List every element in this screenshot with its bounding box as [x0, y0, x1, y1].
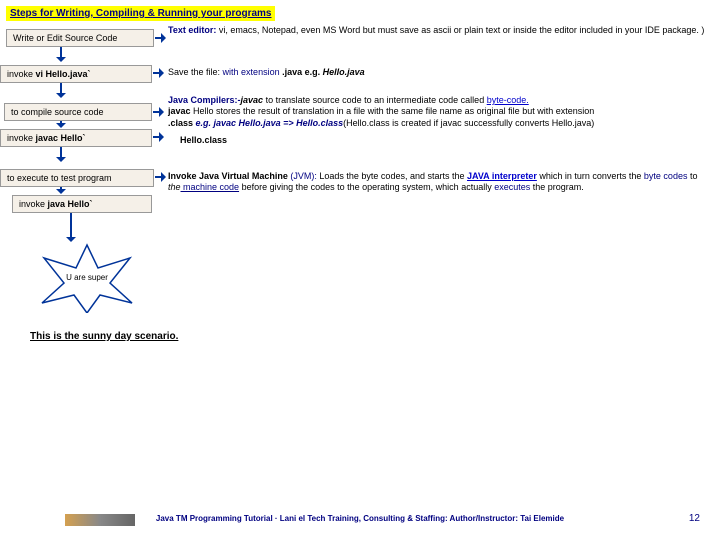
t: the program. [530, 182, 584, 192]
arrow-right-icon [153, 111, 163, 113]
box-execute: to execute to test program [0, 169, 154, 187]
arrow-down-icon [60, 121, 62, 127]
cmd: java Hello` [48, 199, 93, 209]
arrow-right-icon [155, 37, 165, 39]
t: Hello stores the result of translation i… [191, 106, 595, 116]
t3: .java e.g. [282, 67, 323, 77]
t: the [168, 182, 181, 192]
arrow-right-icon [153, 72, 163, 74]
t: to [687, 171, 697, 181]
box-write-edit: Write or Edit Source Code [6, 29, 154, 47]
box-invoke-java: invoke java Hello` [12, 195, 152, 213]
arrow-right-icon [155, 176, 165, 178]
t: byte codes [644, 171, 688, 181]
box-invoke-vi: invoke vi Hello.java` [0, 65, 152, 83]
box-invoke-javac: invoke javac Hello` [0, 129, 152, 147]
cmd: vi Hello.java` [36, 69, 91, 79]
text: invoke [7, 133, 36, 143]
star-text: U are super [32, 273, 142, 282]
arrow-down-icon [70, 213, 72, 241]
footer-text: Java TM Programming Tutorial · Lani el T… [0, 514, 720, 523]
t: Java Compilers:- [168, 95, 241, 105]
arrow-down-icon [60, 147, 62, 161]
content-area: Write or Edit Source Code Text editor: v… [0, 21, 720, 25]
t: which in turn converts the [537, 171, 644, 181]
t: javac [168, 106, 191, 116]
sunny-day-text: This is the sunny day scenario. [30, 331, 178, 342]
t: (JVM): [290, 171, 317, 181]
t: javac [241, 95, 264, 105]
star-shape: U are super [32, 243, 142, 313]
desc-jvm: Invoke Java Virtual Machine (JVM): Loads… [168, 171, 710, 194]
link-java-interpreter[interactable]: JAVA interpreter [467, 171, 537, 181]
t: .class [168, 118, 193, 128]
arrow-down-icon [60, 83, 62, 97]
t: Invoke Java Virtual Machine [168, 171, 290, 181]
footer: Java TM Programming Tutorial · Lani el T… [0, 510, 720, 530]
t: to translate source code to an intermedi… [263, 95, 487, 105]
t2: with extension [223, 67, 283, 77]
t: Loads the byte codes, and starts the [317, 171, 467, 181]
t: e.g. javac Hello.java => Hello.class [193, 118, 343, 128]
desc-java-compiler: Java Compilers:-javac to translate sourc… [168, 95, 710, 146]
t: (Hello.class is created if javac success… [343, 118, 594, 128]
hello-class: Hello.class [180, 135, 227, 145]
t1: Save the file: [168, 67, 223, 77]
label: Text editor: [168, 25, 216, 35]
box-compile: to compile source code [4, 103, 152, 121]
t: machine code [181, 182, 240, 192]
t: executes [494, 182, 530, 192]
cmd: javac Hello` [36, 133, 86, 143]
text: invoke [7, 69, 36, 79]
arrow-right-icon [153, 136, 163, 138]
page-number: 12 [689, 513, 700, 524]
text: vi, emacs, Notepad, even MS Word but mus… [216, 25, 704, 35]
desc-text-editor: Text editor: vi, emacs, Notepad, even MS… [168, 25, 710, 36]
arrow-down-icon [60, 187, 62, 193]
t4: Hello.java [323, 67, 365, 77]
text: invoke [19, 199, 48, 209]
arrow-down-icon [60, 47, 62, 61]
link-bytecode[interactable]: byte-code. [487, 95, 529, 105]
page-title: Steps for Writing, Compiling & Running y… [6, 6, 275, 21]
t: before giving the codes to the operating… [239, 182, 494, 192]
desc-save-file: Save the file: with extension .java e.g.… [168, 67, 710, 78]
